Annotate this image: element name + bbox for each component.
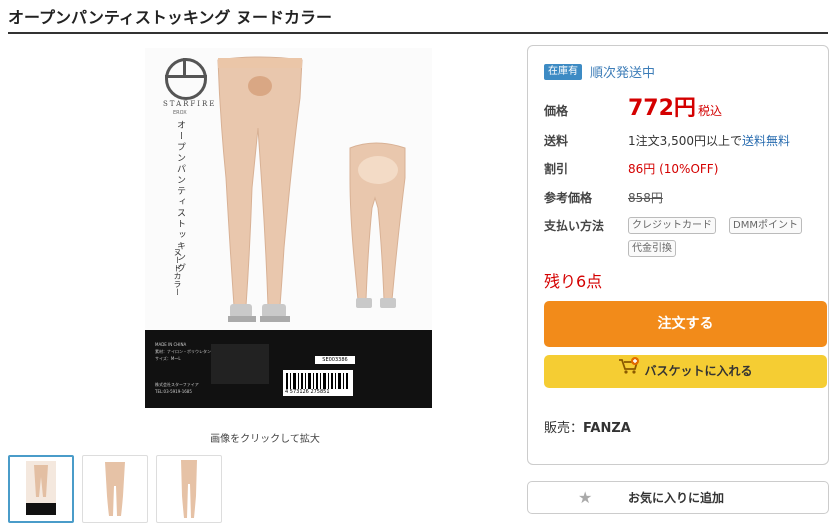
product-main-image[interactable]: STARFIRE EROX オープンパンティストッキング ヌードカラー MADE… (145, 48, 432, 408)
thumbnail-2[interactable] (82, 455, 148, 523)
star-icon: ★ (578, 488, 593, 507)
thumbnail-3[interactable] (156, 455, 222, 523)
shipping-info: 1注文3,500円以上で送料無料 (628, 132, 790, 149)
seller-label: 販売： (544, 421, 584, 436)
tax-label: 税込 (698, 104, 723, 118)
price-value: 772円 (628, 96, 696, 121)
thumbnail-3-image (181, 460, 197, 518)
price-label: 価格 (544, 104, 569, 118)
seller-info: 販売：FANZA (544, 417, 631, 436)
barcode-number: 4 573126 275851 (285, 389, 330, 395)
brand-sub: EROX (173, 110, 187, 116)
payment-cod: 代金引換 (628, 240, 676, 257)
pkg-phone: TEL:03-5919-1685 (155, 389, 192, 394)
payment-label: 支払い方法 (544, 219, 605, 233)
purchase-panel: 在庫有 順次発送中 価格 772円 税込 送料 1注文3,500円以上で送料無料… (527, 45, 829, 465)
discount-value: 86円 (10%OFF) (628, 162, 719, 176)
payment-credit-card: クレジットカード (628, 217, 716, 234)
pkg-made-in: MADE IN CHINA (155, 342, 187, 347)
reference-price: 858円 (628, 191, 663, 205)
thumbnail-1-image (26, 461, 56, 515)
pkg-maker: 株式会社スターファイア (155, 382, 199, 387)
seller-name: FANZA (583, 421, 631, 436)
pkg-material: 素材：ナイロン・ポリウレタン (155, 349, 211, 354)
thumbnail-2-image (105, 462, 125, 516)
shipping-text: 1注文3,500円以上で (628, 134, 742, 148)
pkg-notice-block (211, 344, 269, 384)
free-shipping-link[interactable]: 送料無料 (742, 134, 790, 148)
order-button[interactable]: 注文する (544, 301, 827, 347)
stock-badge: 在庫有 (544, 64, 582, 80)
favorites-label: お気に入りに追加 (628, 491, 725, 505)
shipping-status: 順次発送中 (590, 66, 656, 81)
page-title: オープンパンティストッキング ヌードカラー (8, 6, 828, 34)
package-back: MADE IN CHINA 素材：ナイロン・ポリウレタン サイズ：M〜L 株式会… (145, 330, 432, 408)
shipping-label: 送料 (544, 134, 569, 148)
image-caption: 画像をクリックして拡大 (210, 434, 320, 445)
package-front: STARFIRE EROX オープンパンティストッキング ヌードカラー (145, 48, 432, 330)
pkg-code-label: SE003386 (315, 356, 355, 364)
package-vertical-sub: ヌードカラー (173, 248, 182, 296)
reference-price-label: 参考価格 (544, 191, 593, 205)
thumbnail-1[interactable] (8, 455, 74, 523)
add-to-basket-button[interactable]: バスケットに入れる (544, 355, 827, 388)
barcode-icon: 4 573126 275851 (283, 370, 353, 396)
remaining-stock: 残り6点 (544, 272, 603, 291)
cart-plus-icon (618, 355, 640, 388)
pkg-size: サイズ：M〜L (155, 356, 181, 361)
basket-button-label: バスケットに入れる (644, 364, 753, 378)
payment-dmm-point: DMMポイント (729, 217, 802, 234)
add-to-favorites-button[interactable]: ★ お気に入りに追加 (527, 481, 829, 514)
discount-label: 割引 (544, 162, 569, 176)
